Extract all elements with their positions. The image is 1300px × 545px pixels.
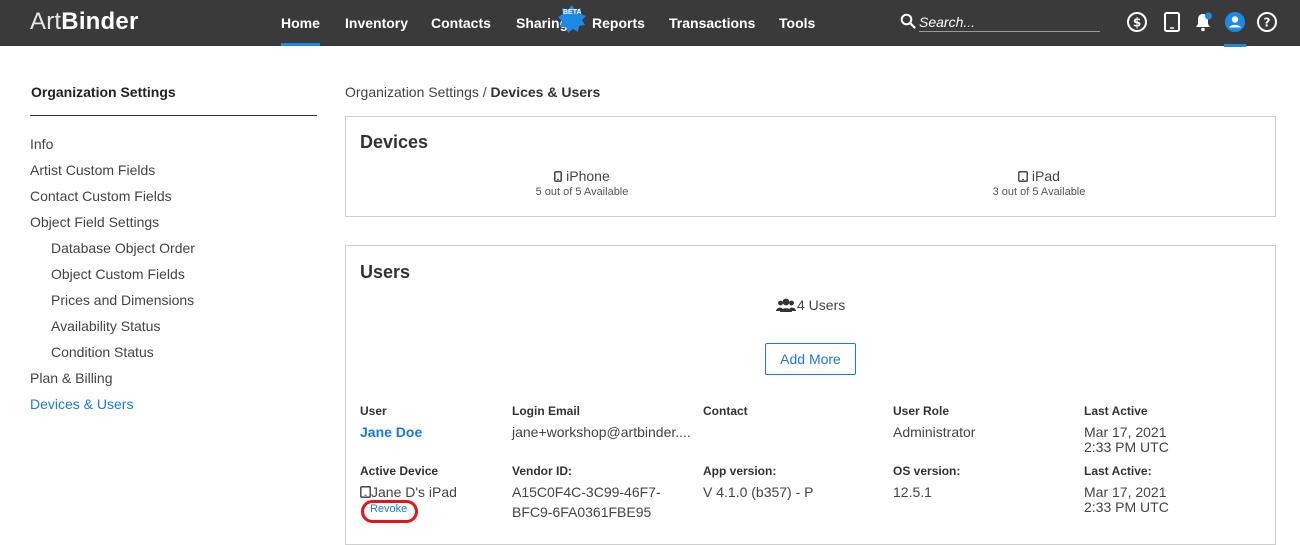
breadcrumb-parent[interactable]: Organization Settings [345,84,479,100]
users-title: Users [360,262,411,282]
sidebar-title: Organization Settings [31,84,176,100]
sidebar-item-condition-status[interactable]: Condition Status [51,344,154,360]
os-version: 12.5.1 [893,484,932,500]
device-last-active-date: Mar 17, 2021 [1084,484,1167,500]
sidebar-item-info[interactable]: Info [30,136,53,152]
device-last-active-time: 2:33 PM UTC [1084,499,1169,515]
nav-inventory[interactable]: Inventory [345,0,408,46]
devices-panel: Devices iPhone 5 out of 5 Available iPad… [345,116,1276,217]
active-device-name: Jane D's iPad [371,484,457,500]
device-name: iPhone [566,168,610,184]
header-contact: Contact [703,404,748,418]
sidebar-item-database-object-order[interactable]: Database Object Order [51,240,195,256]
vendor-id-line-1: A15C0F4C-3C99-46F7- [512,484,661,500]
phone-icon [554,171,563,182]
artbinder-logo[interactable]: ArtBinder [30,8,139,36]
sidebar-item-plan-billing[interactable]: Plan & Billing [30,370,113,386]
header-app-version: App version: [703,464,777,478]
tablet-icon [1018,171,1028,182]
device-availability: 3 out of 5 Available [992,186,1086,198]
header-user: User [360,404,387,418]
search-input[interactable] [919,12,1100,32]
nav-reports[interactable]: Reports [592,0,645,46]
sidebar-item-contact-custom-fields[interactable]: Contact Custom Fields [30,188,172,204]
nav-transactions[interactable]: Transactions [669,0,755,46]
account-tab[interactable] [1224,11,1246,47]
user-name-link[interactable]: Jane Doe [360,425,422,440]
revoke-button[interactable]: Revoke [370,503,407,515]
device-name: iPad [1031,168,1060,184]
user-account-icon [1225,12,1245,32]
user-last-active-time: 2:33 PM UTC [1084,439,1169,455]
dollar-icon[interactable]: $ [1126,11,1148,33]
sidebar-item-availability-status[interactable]: Availability Status [51,318,160,334]
devices-title: Devices [360,132,429,152]
breadcrumb-separator: / [482,84,487,100]
users-group-icon [776,298,796,312]
sidebar-item-object-custom-fields[interactable]: Object Custom Fields [51,266,185,282]
notification-bell-icon[interactable] [1192,11,1214,33]
header-active-device: Active Device [360,464,439,478]
tablet-icon [360,486,371,498]
header-os-version: OS version: [893,464,961,478]
user-role: Administrator [893,424,976,440]
device-iphone: iPhone 5 out of 5 Available [482,168,682,198]
sidebar-item-object-field-settings[interactable]: Object Field Settings [30,214,159,230]
header-user-role: User Role [893,404,950,418]
nav-contacts[interactable]: Contacts [431,0,491,46]
svg-text:?: ? [1264,16,1271,30]
header-last-active: Last Active [1084,404,1148,418]
nav-tools[interactable]: Tools [779,0,815,46]
nav-home[interactable]: Home [281,0,320,46]
tablet-icon[interactable] [1161,11,1183,33]
header-login-email: Login Email [512,404,581,418]
beta-badge-label: BETA [563,9,582,16]
help-icon[interactable]: ? [1256,11,1278,33]
top-nav-bar: ArtBinder Home Inventory Contacts Sharin… [0,0,1300,47]
header-vendor-id: Vendor ID: [512,464,573,478]
breadcrumb-current: Devices & Users [490,84,601,100]
search-icon[interactable] [900,13,916,29]
sidebar-item-devices-users[interactable]: Devices & Users [30,396,133,412]
breadcrumb: Organization Settings / Devices & Users [345,84,600,100]
user-last-active-date: Mar 17, 2021 [1084,424,1167,440]
header-device-last-active: Last Active: [1084,464,1152,478]
sidebar-divider [30,115,317,116]
user-login-email: jane+workshop@artbinder.... [512,424,691,440]
device-availability: 5 out of 5 Available [535,186,629,198]
vendor-id-line-2: BFC9-6FA0361FBE95 [512,504,652,520]
device-ipad: iPad 3 out of 5 Available [939,168,1139,198]
users-count: 4 Users [797,297,846,313]
app-version: V 4.1.0 (b357) - P [703,484,814,500]
active-device: Jane D's iPad [360,485,457,500]
sidebar-item-artist-custom-fields[interactable]: Artist Custom Fields [30,162,155,178]
svg-text:$: $ [1133,16,1141,30]
add-more-button[interactable]: Add More [765,343,856,375]
sidebar-item-prices-and-dimensions[interactable]: Prices and Dimensions [51,292,194,308]
